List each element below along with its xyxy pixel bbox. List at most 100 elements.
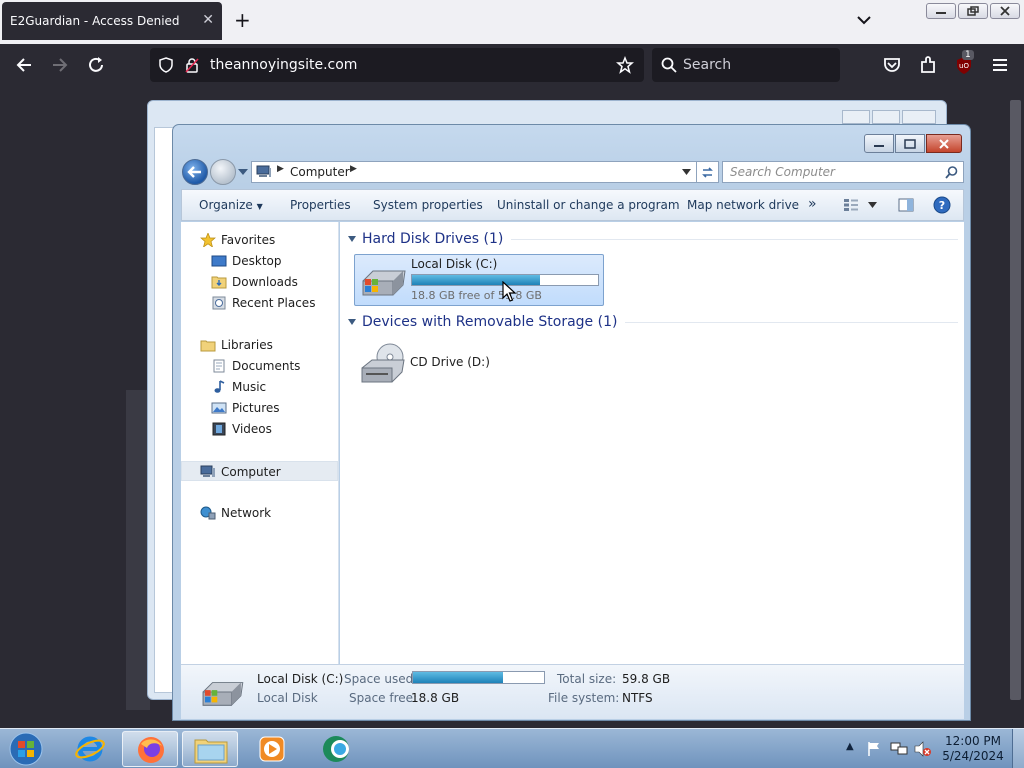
nav-network[interactable]: Network (181, 503, 338, 523)
preview-pane-icon[interactable] (898, 198, 914, 212)
breadcrumb-chevron-icon[interactable]: ▶ (350, 164, 357, 174)
taskbar-media-player[interactable] (244, 731, 300, 767)
taskbar-firefox[interactable] (122, 731, 178, 767)
tracking-shield-icon[interactable] (158, 57, 174, 73)
bg-close-button[interactable] (902, 110, 936, 124)
more-commands-button[interactable]: » (808, 196, 817, 212)
explorer-minimize-button[interactable] (864, 134, 894, 153)
properties-button[interactable]: Properties (290, 198, 351, 212)
search-icon (661, 57, 677, 73)
pocket-icon[interactable] (881, 54, 903, 76)
nav-label: Downloads (232, 275, 298, 289)
libraries-icon (200, 340, 216, 352)
cd-drive-icon (361, 343, 405, 383)
nav-documents[interactable]: Documents (181, 356, 338, 376)
total-size-label: Total size: (557, 672, 617, 686)
address-bar[interactable]: ▶ Computer ▶ (251, 161, 697, 183)
url-bar[interactable]: theannoyingsite.com (150, 48, 644, 82)
mouse-cursor-icon (502, 281, 517, 302)
nav-label: Music (232, 380, 267, 394)
nav-downloads[interactable]: Downloads (181, 272, 338, 292)
restore-button[interactable] (958, 3, 988, 19)
explorer-forward-button[interactable] (210, 159, 236, 185)
bg-minimize-button[interactable] (842, 110, 870, 124)
scrollbar-thumb[interactable] (1010, 100, 1021, 700)
firefox-icon (138, 737, 164, 763)
nav-pictures[interactable]: Pictures (181, 398, 338, 418)
organize-chevron-icon: ▼ (256, 202, 263, 211)
taskbar-app[interactable] (308, 731, 364, 767)
computer-icon (256, 165, 271, 177)
explorer-search-placeholder: Search Computer (730, 165, 835, 179)
taskbar-explorer[interactable] (182, 731, 238, 767)
nav-favorites[interactable]: Favorites (181, 230, 338, 250)
explorer-back-button[interactable] (182, 159, 208, 185)
address-dropdown-icon[interactable] (682, 169, 691, 175)
address-row: ▶ Computer ▶ Search Computer (181, 158, 964, 186)
nav-music[interactable]: Music (181, 377, 338, 397)
lock-icon[interactable] (184, 57, 200, 73)
organize-button[interactable]: Organize ▼ (199, 198, 263, 212)
minimize-button[interactable] (926, 3, 956, 19)
help-icon[interactable]: ? (933, 196, 951, 214)
space-free-value: 18.8 GB (411, 691, 460, 705)
videos-film-icon (212, 422, 226, 436)
nav-desktop[interactable]: Desktop (181, 251, 338, 271)
list-all-tabs-icon[interactable] (856, 12, 872, 28)
taskbar-clock[interactable]: 12:00 PM 5/24/2024 (940, 734, 1006, 764)
uninstall-program-button[interactable]: Uninstall or change a program (497, 198, 680, 212)
search-icon[interactable] (945, 166, 958, 179)
taskbar-internet-explorer[interactable] (62, 731, 118, 767)
nav-label: Computer (221, 465, 281, 479)
cd-drive-d-tile[interactable]: CD Drive (D:) (354, 338, 554, 390)
browser-tab[interactable]: E2Guardian - Access Denied ✕ (2, 2, 222, 40)
internet-explorer-icon (75, 736, 105, 762)
tab-close-icon[interactable]: ✕ (202, 12, 214, 28)
hamburger-menu-icon[interactable] (989, 54, 1011, 76)
nav-label: Network (221, 506, 272, 520)
group-header-hard-disk[interactable]: Hard Disk Drives (1) (348, 229, 958, 249)
show-desktop-button[interactable] (1012, 729, 1024, 768)
nav-libraries[interactable]: Libraries (181, 335, 338, 355)
explorer-maximize-button[interactable] (895, 134, 925, 153)
show-hidden-icons-icon[interactable]: ▲ (846, 741, 854, 752)
network-status-icon[interactable] (890, 741, 908, 757)
nav-videos[interactable]: Videos (181, 419, 338, 439)
change-view-icon[interactable] (843, 198, 859, 212)
nav-label: Pictures (232, 401, 280, 415)
recent-pages-chevron-icon[interactable] (238, 169, 248, 175)
page-scrollbar[interactable] (1007, 86, 1024, 728)
system-properties-button[interactable]: System properties (373, 198, 483, 212)
forward-arrow-icon[interactable] (49, 54, 71, 76)
pictures-icon (211, 402, 227, 414)
group-header-removable[interactable]: Devices with Removable Storage (1) (348, 312, 958, 332)
new-tab-button[interactable]: + (234, 10, 251, 30)
start-button[interactable] (6, 731, 46, 767)
local-disk-c-tile[interactable]: Local Disk (C:) 18.8 GB free of 59.8 GB (354, 254, 604, 306)
nav-label: Videos (232, 422, 272, 436)
action-center-flag-icon[interactable] (866, 741, 882, 757)
details-drive-type: Local Disk (257, 691, 318, 705)
map-network-drive-button[interactable]: Map network drive (687, 198, 799, 212)
star-icon (200, 233, 216, 247)
reload-icon[interactable] (85, 54, 107, 76)
nav-computer[interactable]: Computer (181, 461, 338, 481)
close-window-button[interactable] (990, 3, 1020, 19)
back-arrow-icon[interactable] (13, 54, 35, 76)
explorer-close-button[interactable] (926, 134, 962, 153)
space-free-label: Space free: (349, 691, 418, 705)
bookmark-star-icon[interactable] (616, 56, 634, 74)
recent-places-icon (212, 296, 226, 310)
usage-bar-fill (412, 275, 540, 285)
nav-recent-places[interactable]: Recent Places (181, 293, 338, 313)
bg-maximize-button[interactable] (872, 110, 900, 124)
extensions-icon[interactable] (917, 54, 939, 76)
breadcrumb-computer[interactable]: Computer (290, 165, 350, 179)
volume-muted-icon[interactable] (914, 741, 932, 757)
view-dropdown-icon[interactable] (868, 202, 877, 208)
breadcrumb-separator-icon[interactable]: ▶ (277, 164, 284, 174)
browser-search-bar[interactable]: Search (652, 48, 840, 82)
nav-label: Recent Places (232, 296, 316, 310)
explorer-search-input[interactable]: Search Computer (722, 161, 964, 183)
refresh-button[interactable] (697, 161, 719, 183)
